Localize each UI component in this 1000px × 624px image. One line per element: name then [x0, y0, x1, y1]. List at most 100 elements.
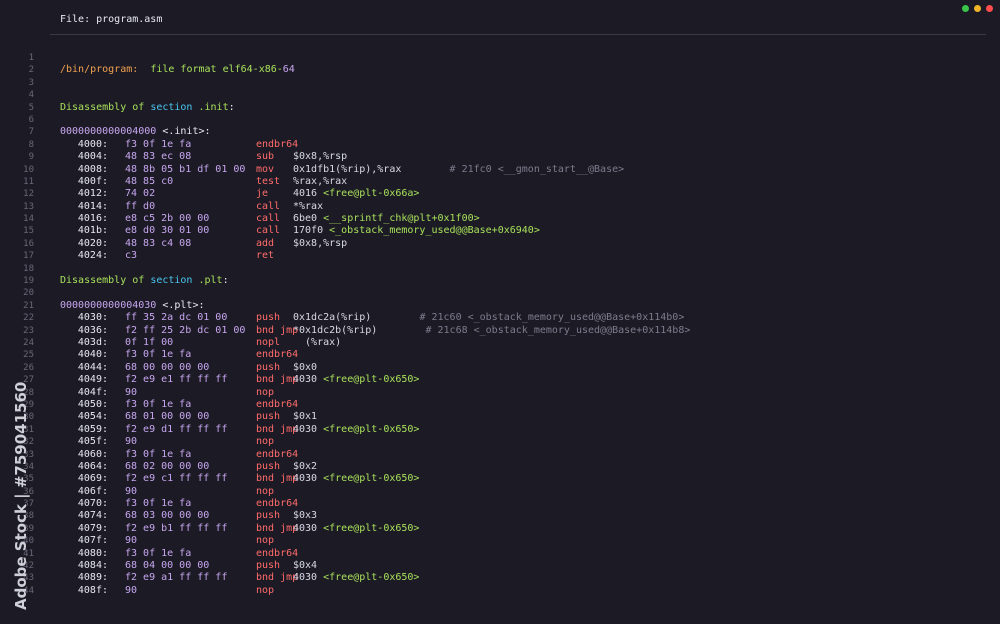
- code-line[interactable]: 30 4054: 68 01 00 00 00 push $0x1: [0, 411, 1000, 423]
- line-number: 13: [23, 201, 34, 212]
- instruction-operands: $0x3: [293, 510, 317, 522]
- instruction-mnemonic: endbr64: [256, 349, 299, 361]
- code-line[interactable]: 5 Disassembly of section .init:: [0, 102, 1000, 114]
- label-address: 0000000000004030: [60, 299, 157, 311]
- code-line[interactable]: 21 0000000000004030 <.plt>:: [0, 300, 1000, 312]
- instruction-bytes: 0f 1f 00: [125, 336, 174, 348]
- line-number: 9: [28, 152, 34, 163]
- code-line[interactable]: 38 4074: 68 03 00 00 00 push $0x3: [0, 510, 1000, 522]
- code-line[interactable]: 32 405f: 90 nop: [0, 436, 1000, 448]
- operand-text: (%rax): [293, 336, 342, 348]
- instruction-mnemonic: push: [256, 312, 281, 324]
- instruction-mnemonic: push: [256, 510, 281, 522]
- code-view[interactable]: 1 2/bin/program: file format elf64-x86-64…: [0, 52, 1000, 597]
- title-bar: File: program.asm: [0, 0, 1000, 34]
- code-line[interactable]: 41 4080: f3 0f 1e fa endbr64: [0, 548, 1000, 560]
- instruction-address: 4036:: [77, 324, 108, 336]
- green-dot-icon[interactable]: [962, 5, 969, 12]
- code-line[interactable]: 25 4040: f3 0f 1e fa endbr64: [0, 349, 1000, 361]
- instruction-mnemonic: call: [256, 225, 281, 237]
- code-line[interactable]: 16 4020: 48 83 c4 08 add $0x8,%rsp: [0, 238, 1000, 250]
- instruction-operands: 4030 <free@plt-0x650>: [293, 424, 419, 436]
- instruction-mnemonic: endbr64: [256, 498, 299, 510]
- operand-target: <free@plt-0x650>: [323, 423, 420, 435]
- instruction-bytes: f2 ff 25 2b dc 01 00: [125, 324, 246, 336]
- instruction-address: 4008:: [77, 163, 108, 175]
- code-line[interactable]: 12 4012: 74 02 je 4016 <free@plt-0x66a>: [0, 188, 1000, 200]
- instruction-address: 4044:: [77, 361, 108, 373]
- operand-text: 4030: [293, 423, 324, 435]
- instruction-bytes: 68 01 00 00 00: [125, 411, 210, 423]
- instruction-operands: $0x4: [293, 560, 317, 572]
- instruction-address: 4064:: [77, 460, 108, 472]
- code-line[interactable]: 35 4069: f2 e9 c1 ff ff ff bnd jmp 4030 <fre…: [0, 473, 1000, 485]
- instruction-mnemonic: je: [256, 188, 269, 200]
- yellow-dot-icon[interactable]: [974, 5, 981, 12]
- code-line[interactable]: 31 4059: f2 e9 d1 ff ff ff bnd jmp 4030 <fre…: [0, 424, 1000, 436]
- code-line[interactable]: 37 4070: f3 0f 1e fa endbr64: [0, 498, 1000, 510]
- operand-text: *%rax: [293, 200, 324, 212]
- code-line[interactable]: 2/bin/program: file format elf64-x86-64: [0, 64, 1000, 76]
- instruction-bytes: ff 35 2a dc 01 00: [125, 312, 228, 324]
- code-line[interactable]: 26 4044: 68 00 00 00 00 push $0x0: [0, 362, 1000, 374]
- operand-text: 4030: [293, 374, 324, 386]
- section-heading: Disassembly of section .plt:: [60, 275, 229, 287]
- instruction-operands: $0x8,%rsp: [293, 151, 347, 163]
- operand-text: 0x1dc2a(%rip): [293, 312, 372, 324]
- code-line[interactable]: 20: [0, 287, 1000, 299]
- code-line[interactable]: 9 4004: 48 83 ec 08 sub $0x8,%rsp: [0, 151, 1000, 163]
- code-line[interactable]: 33 4060: f3 0f 1e fa endbr64: [0, 449, 1000, 461]
- instruction-address: 4012:: [77, 188, 108, 200]
- code-line[interactable]: 18: [0, 263, 1000, 275]
- code-line[interactable]: 36 406f: 90 nop: [0, 486, 1000, 498]
- code-line[interactable]: 42 4084: 68 04 00 00 00 push $0x4: [0, 560, 1000, 572]
- section-keyword: section: [150, 101, 193, 113]
- label-name: <.init>:: [156, 126, 211, 138]
- line-number: 5: [28, 102, 34, 113]
- code-line[interactable]: 44 408f: 90 nop: [0, 585, 1000, 597]
- code-line[interactable]: 10 4008: 48 8b 05 b1 df 01 00 mov 0x1dfb1(%r…: [0, 164, 1000, 176]
- code-line[interactable]: 6: [0, 114, 1000, 126]
- code-line[interactable]: 14 4016: e8 c5 2b 00 00 call 6be0 <__sprintf…: [0, 213, 1000, 225]
- instruction-bytes: f2 e9 b1 ff ff ff: [125, 522, 228, 534]
- code-line[interactable]: 39 4079: f2 e9 b1 ff ff ff bnd jmp 4030 <fre…: [0, 523, 1000, 535]
- line-number: 12: [23, 189, 34, 200]
- instruction-address: 4089:: [77, 572, 108, 584]
- code-line[interactable]: 11 400f: 48 85 c0 test %rax,%rax: [0, 176, 1000, 188]
- instruction-bytes: 90: [125, 535, 138, 547]
- code-line[interactable]: 24 403d: 0f 1f 00 nopl (%rax): [0, 337, 1000, 349]
- code-line[interactable]: 1: [0, 52, 1000, 64]
- code-line[interactable]: 34 4064: 68 02 00 00 00 push $0x2: [0, 461, 1000, 473]
- code-line[interactable]: 28 404f: 90 nop: [0, 387, 1000, 399]
- code-line[interactable]: 19 Disassembly of section .plt:: [0, 275, 1000, 287]
- instruction-bytes: f3 0f 1e fa: [125, 448, 192, 460]
- code-line[interactable]: 17 4024: c3 ret: [0, 250, 1000, 262]
- code-line[interactable]: 29 4050: f3 0f 1e fa endbr64: [0, 399, 1000, 411]
- instruction-bytes: f3 0f 1e fa: [125, 349, 192, 361]
- instruction-operands: 0x1dc2a(%rip) # 21c60 <_obstack_memory_u…: [293, 312, 684, 324]
- code-line[interactable]: 13 4014: ff d0 call *%rax: [0, 201, 1000, 213]
- code-line[interactable]: 22 4030: ff 35 2a dc 01 00 push 0x1dc2a(%rip…: [0, 312, 1000, 324]
- code-line[interactable]: 3: [0, 77, 1000, 89]
- instruction-mnemonic: bnd jmp: [256, 423, 299, 435]
- code-line[interactable]: 40 407f: 90 nop: [0, 535, 1000, 547]
- instruction-comment: # 21fc0 <__gmon_start__@Base>: [401, 163, 625, 175]
- code-line[interactable]: 15 401b: e8 d0 30 01 00 call 170f0 <_obstack…: [0, 225, 1000, 237]
- code-line[interactable]: 23 4036: f2 ff 25 2b dc 01 00 bnd jmp *0x1dc…: [0, 325, 1000, 337]
- code-line[interactable]: 27 4049: f2 e9 e1 ff ff ff bnd jmp 4030 <fre…: [0, 374, 1000, 386]
- instruction-mnemonic: bnd jmp: [256, 522, 299, 534]
- instruction-bytes: f3 0f 1e fa: [125, 138, 192, 150]
- instruction-mnemonic: endbr64: [256, 448, 299, 460]
- instruction-mnemonic: call: [256, 213, 281, 225]
- red-dot-icon[interactable]: [986, 5, 993, 12]
- code-line[interactable]: 8 4000: f3 0f 1e fa endbr64: [0, 139, 1000, 151]
- operand-text: *0x1dc2b(%rip): [293, 324, 378, 336]
- code-line[interactable]: 7 0000000000004000 <.init>:: [0, 126, 1000, 138]
- code-line[interactable]: 4: [0, 89, 1000, 101]
- code-line[interactable]: 43 4089: f2 e9 a1 ff ff ff bnd jmp 4030 <fre…: [0, 572, 1000, 584]
- format-bits: 64: [282, 64, 295, 76]
- line-number: 17: [23, 251, 34, 262]
- instruction-bytes: f3 0f 1e fa: [125, 398, 192, 410]
- instruction-mnemonic: test: [256, 175, 281, 187]
- instruction-bytes: 90: [125, 485, 138, 497]
